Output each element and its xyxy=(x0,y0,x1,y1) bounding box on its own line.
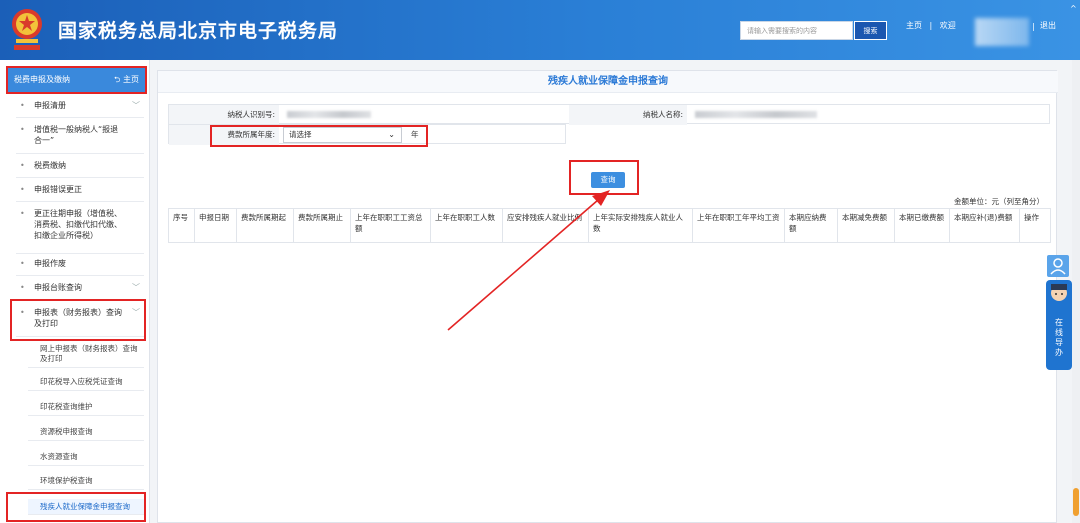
sub-item-water-resource[interactable]: 水资源查询 xyxy=(28,452,144,466)
col-header: 上年实际安排残疾人就业人数 xyxy=(588,208,693,243)
link-separator: | xyxy=(929,21,933,30)
bullet-icon: • xyxy=(20,283,25,292)
sidebar-item-error-correction[interactable]: • 申报错误更正 xyxy=(16,184,144,202)
col-header: 上年在职职工工资总额 xyxy=(350,208,431,243)
search-button[interactable]: 搜索 xyxy=(854,21,887,40)
table-header-row: 序号 申报日期 费款所属期起 费款所属期止 上年在职职工工资总额 上年在职职工人… xyxy=(168,208,1051,243)
col-header: 本期应纳费额 xyxy=(784,208,838,243)
taxpayer-id-label: 纳税人识别号: xyxy=(169,105,279,125)
col-header: 本期已缴费额 xyxy=(894,208,950,243)
col-header: 上年在职职工人数 xyxy=(430,208,503,243)
site-title: 国家税务总局北京市电子税务局 xyxy=(58,20,339,42)
highlight-box-financial-report xyxy=(10,299,146,341)
assistant-avatar-icon xyxy=(1051,284,1067,301)
sidebar-item-past-correction[interactable]: • 更正往期申报（增值税、消费税、扣缴代扣代缴、扣缴企业所得税） xyxy=(16,208,144,254)
taxpayer-id-blurred xyxy=(287,111,371,118)
bullet-icon: • xyxy=(20,209,25,218)
main-panel: 残疾人就业保障金申报查询 纳税人识别号: 纳税人名称: 费款所属年度: 请选择 … xyxy=(157,70,1058,523)
page-title: 残疾人就业保障金申报查询 xyxy=(158,71,1058,93)
col-header: 费款所属期起 xyxy=(236,208,294,243)
logout-link[interactable]: 退出 xyxy=(1040,20,1056,31)
col-header: 本期应补(退)费额 xyxy=(949,208,1020,243)
user-service-icon[interactable] xyxy=(1047,255,1069,277)
col-header: 应安排残疾人就业比例 xyxy=(502,208,589,243)
top-links: 主页 | 欢迎 xyxy=(906,20,956,31)
sidebar: 税费申报及缴纳 ⮌ 主页 • 申报清册 ﹀ • 增值税一般纳税人“报退合一” •… xyxy=(0,60,150,523)
col-header: 操作 xyxy=(1019,208,1051,243)
col-header: 本期减免费额 xyxy=(837,208,895,243)
home-link[interactable]: 主页 xyxy=(906,20,922,31)
sidebar-item-ledger-query[interactable]: • 申报台账查询 ﹀ xyxy=(16,282,144,300)
top-header: 国家税务总局北京市电子税务局 请输入需要搜索的内容 搜索 主页 | 欢迎 | 退… xyxy=(0,0,1080,60)
amount-unit-note: 金额单位：元（列至角分） xyxy=(954,197,1044,206)
highlight-box-query xyxy=(569,160,639,195)
search-input[interactable]: 请输入需要搜索的内容 xyxy=(740,21,853,40)
sub-item-resource-tax[interactable]: 资源税申报查询 xyxy=(28,427,144,441)
col-header: 申报日期 xyxy=(194,208,237,243)
scroll-up-icon[interactable]: ^ xyxy=(1070,4,1077,13)
sidebar-item-vat-general[interactable]: • 增值税一般纳税人“报退合一” xyxy=(16,124,144,154)
scrollbar-thumb[interactable] xyxy=(1073,488,1079,516)
highlight-box-disability-fund xyxy=(6,492,146,522)
chevron-down-icon: ﹀ xyxy=(132,283,140,292)
welcome-text: 欢迎 xyxy=(939,21,956,30)
taxpayer-name-blurred xyxy=(695,111,817,118)
sub-item-environment-tax[interactable]: 环境保护税查询 xyxy=(28,476,144,490)
sidebar-item-tax-payment[interactable]: • 税费缴纳 xyxy=(16,160,144,178)
bullet-icon: • xyxy=(20,185,25,194)
user-name-blurred xyxy=(975,18,1029,46)
sub-item-stamp-maintenance[interactable]: 印花税查询维护 xyxy=(28,402,144,416)
bullet-icon: • xyxy=(20,101,25,110)
col-header: 序号 xyxy=(168,208,195,243)
highlight-box-sidebar-header xyxy=(6,66,147,94)
bullet-icon: • xyxy=(20,259,25,268)
taxpayer-id-value xyxy=(281,105,567,125)
results-table: 序号 申报日期 费款所属期起 费款所属期止 上年在职职工工资总额 上年在职职工人… xyxy=(168,208,1051,243)
page-scrollbar[interactable] xyxy=(1072,60,1080,523)
chevron-down-icon: ﹀ xyxy=(132,101,140,110)
taxpayer-name-value xyxy=(689,105,1049,125)
bullet-icon: • xyxy=(20,125,25,134)
sub-item-stamp-import[interactable]: 印花税导入应税凭证查询 xyxy=(28,377,144,391)
col-header: 上年在职职工年平均工资 xyxy=(692,208,785,243)
sub-item-online-report[interactable]: 网上申报表（财务报表）查询及打印 xyxy=(28,344,144,368)
form-row-taxpayer: 纳税人识别号: 纳税人名称: xyxy=(168,104,1050,125)
link-separator-2: | xyxy=(1032,22,1035,31)
online-guide-label[interactable]: 在线导办 xyxy=(1053,318,1065,358)
sidebar-item-declaration-list[interactable]: • 申报清册 ﹀ xyxy=(16,100,144,118)
bullet-icon: • xyxy=(20,161,25,170)
highlight-box-year xyxy=(210,125,428,147)
col-header: 费款所属期止 xyxy=(293,208,351,243)
sidebar-item-void-declaration[interactable]: • 申报作废 xyxy=(16,258,144,276)
taxpayer-name-label: 纳税人名称: xyxy=(569,105,687,125)
national-emblem-icon xyxy=(12,9,42,50)
